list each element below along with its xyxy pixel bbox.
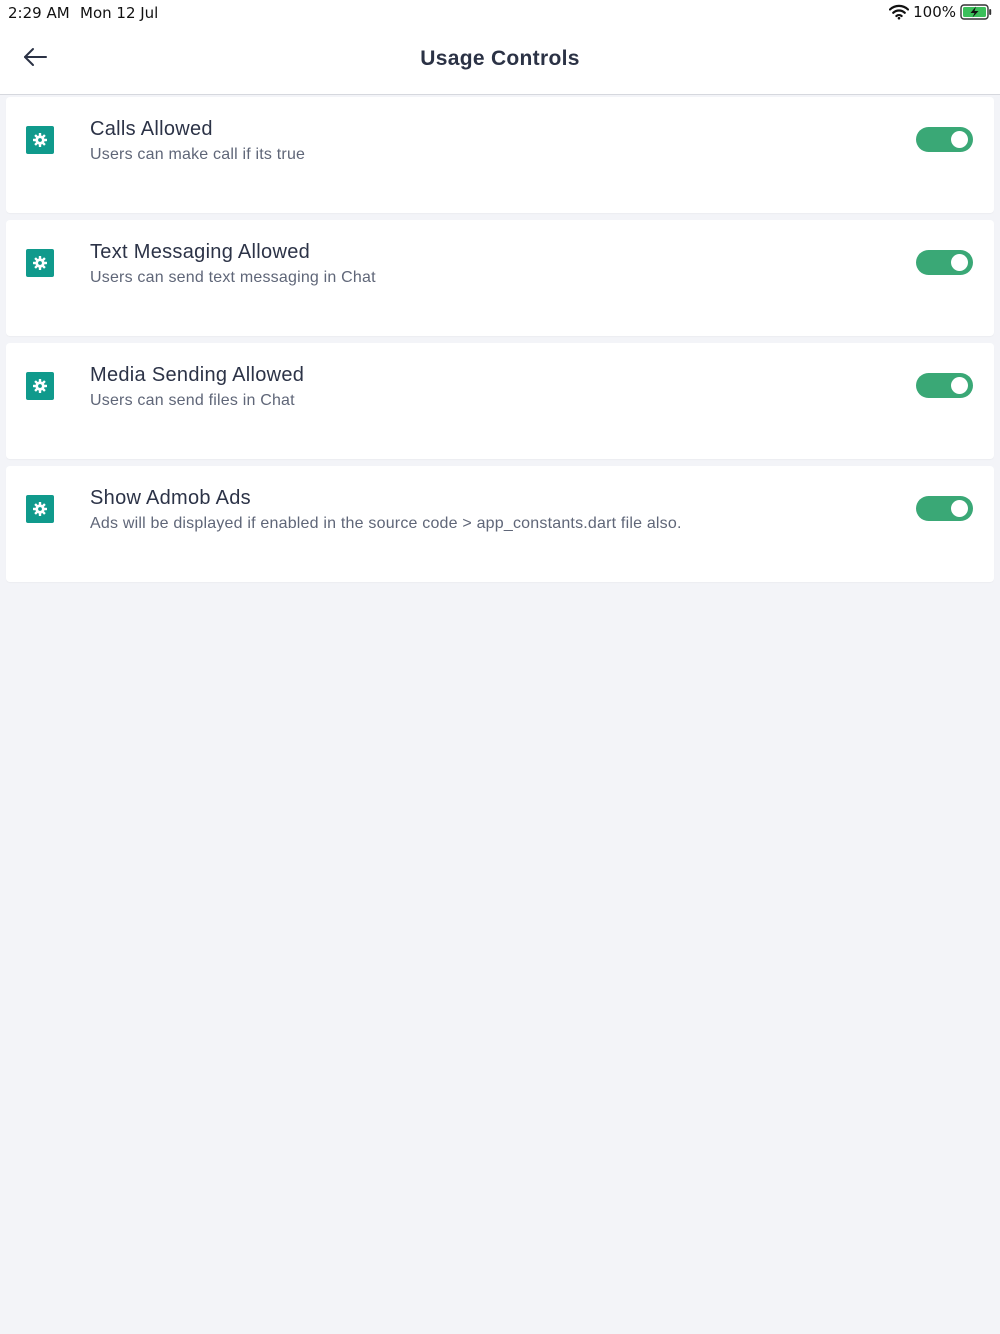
setting-title: Media Sending Allowed xyxy=(90,364,305,386)
setting-description: Users can send files in Chat xyxy=(90,392,295,409)
show-admob-ads-toggle[interactable] xyxy=(916,496,973,521)
page-title: Usage Controls xyxy=(420,47,580,70)
setting-description: Users can send text messaging in Chat xyxy=(90,269,376,286)
gear-icon xyxy=(26,495,54,523)
gear-icon xyxy=(26,249,54,277)
toggle-knob xyxy=(951,500,968,517)
setting-description: Ads will be displayed if enabled in the … xyxy=(90,515,682,532)
setting-card-calls-allowed: Calls Allowed Users can make call if its… xyxy=(6,97,994,213)
setting-description: Users can make call if its true xyxy=(90,146,306,163)
toggle-knob xyxy=(951,254,968,271)
setting-title: Text Messaging Allowed xyxy=(90,241,311,263)
setting-title: Calls Allowed xyxy=(90,118,213,140)
setting-card-media-sending-allowed: Media Sending Allowed Users can send fil… xyxy=(6,343,994,459)
status-indicators: 100% xyxy=(889,3,992,21)
gear-icon xyxy=(26,372,54,400)
battery-percent: 100% xyxy=(913,3,956,21)
media-sending-allowed-toggle[interactable] xyxy=(916,373,973,398)
wifi-icon xyxy=(889,4,910,20)
setting-title: Show Admob Ads xyxy=(90,487,251,509)
app-bar: Usage Controls xyxy=(0,26,1000,95)
status-time: 2:29 AM xyxy=(8,4,70,22)
setting-card-show-admob-ads: Show Admob Ads Ads will be displayed if … xyxy=(6,466,994,582)
battery-charging-icon xyxy=(960,4,992,20)
gear-icon xyxy=(26,126,54,154)
settings-list: Calls Allowed Users can make call if its… xyxy=(6,97,994,589)
status-bar: 2:29 AM Mon 12 Jul 100% xyxy=(0,0,1000,26)
calls-allowed-toggle[interactable] xyxy=(916,127,973,152)
status-date: Mon 12 Jul xyxy=(80,4,159,22)
setting-card-text-messaging-allowed: Text Messaging Allowed Users can send te… xyxy=(6,220,994,336)
toggle-knob xyxy=(951,131,968,148)
text-messaging-allowed-toggle[interactable] xyxy=(916,250,973,275)
toggle-knob xyxy=(951,377,968,394)
